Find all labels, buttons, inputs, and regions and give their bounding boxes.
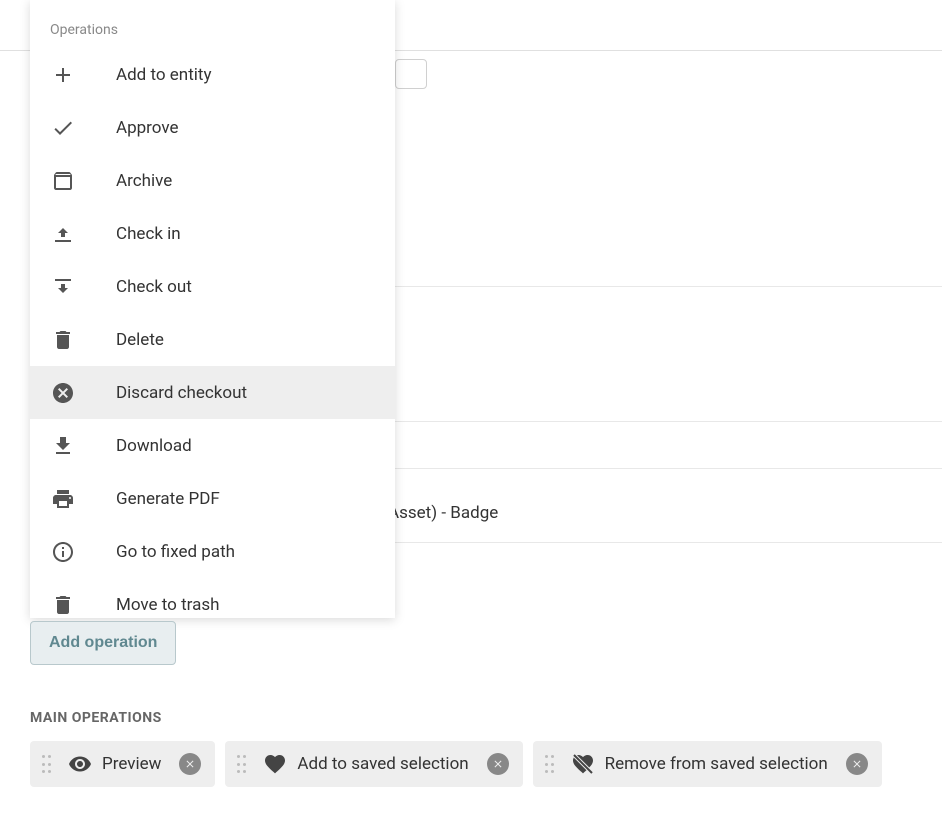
- eye-icon: [68, 752, 92, 776]
- trash-icon: [50, 592, 76, 618]
- main-operations-heading: MAIN OPERATIONS: [30, 710, 162, 726]
- menu-item-label: Discard checkout: [116, 383, 247, 403]
- checkin-icon: [50, 221, 76, 247]
- chip-label: Add to saved selection: [297, 754, 468, 774]
- menu-item-label: Archive: [116, 171, 172, 191]
- remove-chip-button[interactable]: [846, 753, 868, 775]
- menu-item-label: Check out: [116, 277, 192, 297]
- partial-chip: [395, 59, 427, 89]
- drag-handle-icon[interactable]: [545, 755, 557, 773]
- menu-item-label: Go to fixed path: [116, 542, 235, 562]
- archive-icon: [50, 168, 76, 194]
- dropdown-header: Operations: [30, 10, 395, 48]
- menu-item-download[interactable]: Download: [30, 419, 395, 472]
- menu-item-check-in[interactable]: Check in: [30, 207, 395, 260]
- menu-item-label: Check in: [116, 224, 181, 244]
- discard-icon: [50, 380, 76, 406]
- menu-item-label: Delete: [116, 330, 164, 350]
- plus-icon: [50, 62, 76, 88]
- heart-off-icon: [571, 752, 595, 776]
- menu-item-generate-pdf[interactable]: Generate PDF: [30, 472, 395, 525]
- operation-chip-add-to-saved[interactable]: Add to saved selection: [225, 741, 522, 787]
- menu-item-label: Approve: [116, 118, 179, 138]
- menu-item-go-to-fixed-path[interactable]: Go to fixed path: [30, 525, 395, 578]
- menu-item-archive[interactable]: Archive: [30, 154, 395, 207]
- operation-chip-preview[interactable]: Preview: [30, 741, 215, 787]
- operations-dropdown: Operations Add to entity Approve Archive…: [30, 0, 395, 618]
- info-icon: [50, 539, 76, 565]
- delete-icon: [50, 327, 76, 353]
- menu-item-check-out[interactable]: Check out: [30, 260, 395, 313]
- menu-item-delete[interactable]: Delete: [30, 313, 395, 366]
- operation-chip-remove-from-saved[interactable]: Remove from saved selection: [533, 741, 882, 787]
- download-icon: [50, 433, 76, 459]
- menu-item-add-to-entity[interactable]: Add to entity: [30, 48, 395, 101]
- remove-chip-button[interactable]: [179, 753, 201, 775]
- check-icon: [50, 115, 76, 141]
- menu-item-label: Add to entity: [116, 65, 212, 85]
- menu-item-label: Download: [116, 436, 192, 456]
- chip-label: Preview: [102, 754, 161, 774]
- menu-item-label: Move to trash: [116, 595, 219, 615]
- heart-icon: [263, 752, 287, 776]
- add-operation-button[interactable]: Add operation: [30, 621, 176, 665]
- remove-chip-button[interactable]: [487, 753, 509, 775]
- menu-item-label: Generate PDF: [116, 489, 220, 509]
- print-icon: [50, 486, 76, 512]
- drag-handle-icon[interactable]: [42, 755, 54, 773]
- menu-item-discard-checkout[interactable]: Discard checkout: [30, 366, 395, 419]
- checkout-icon: [50, 274, 76, 300]
- menu-item-approve[interactable]: Approve: [30, 101, 395, 154]
- main-operations-row: Preview Add to saved selection Remove fr…: [30, 741, 882, 787]
- drag-handle-icon[interactable]: [237, 755, 249, 773]
- menu-item-move-to-trash[interactable]: Move to trash: [30, 578, 395, 618]
- chip-label: Remove from saved selection: [605, 754, 828, 774]
